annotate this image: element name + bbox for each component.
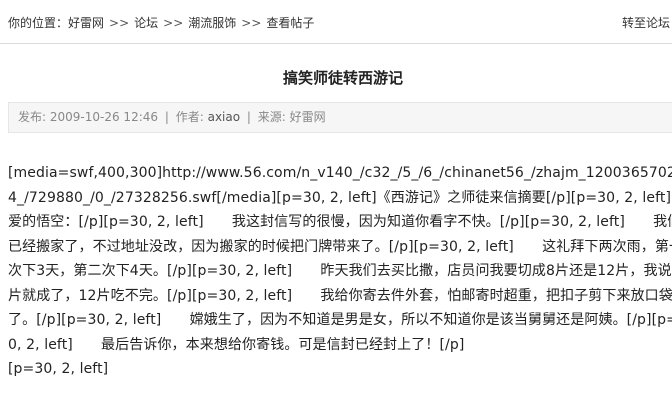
- post-body-tail: [p=30, 2, left]: [8, 361, 109, 377]
- meta-divider: |: [164, 110, 169, 124]
- published-time: 2009-10-26 12:46: [49, 110, 159, 124]
- author-name[interactable]: axiao: [208, 110, 240, 124]
- meta-divider: |: [246, 110, 251, 124]
- post-title: 搞笑师徒转西游记: [282, 69, 403, 87]
- post-body-text: [media=swf,400,300]http://www.56.com/n_v…: [8, 165, 672, 353]
- breadcrumb-separator: >>: [241, 16, 262, 30]
- author-label: 作者:: [175, 110, 204, 124]
- goto-forum-link[interactable]: 转至论坛: [622, 15, 670, 31]
- source-name: 好雷网: [289, 110, 326, 124]
- breadcrumb-separator: >>: [109, 16, 130, 30]
- breadcrumb-separator: >>: [163, 16, 184, 30]
- source-label: 来源:: [257, 110, 286, 124]
- breadcrumb-prefix: 你的位置：: [8, 16, 69, 30]
- post-meta-bar: 发布: 2009-10-26 12:46 | 作者: axiao | 来源: 好…: [8, 102, 672, 133]
- breadcrumb-item-forum[interactable]: 论坛: [134, 16, 158, 30]
- breadcrumb: 你的位置：好雷网 >> 论坛 >> 潮流服饰 >> 查看帖子: [8, 15, 314, 31]
- breadcrumb-bar: 你的位置：好雷网 >> 论坛 >> 潮流服饰 >> 查看帖子 转至论坛: [0, 0, 672, 44]
- breadcrumb-item-home[interactable]: 好雷网: [68, 16, 104, 30]
- post-body: [media=swf,400,300]http://www.56.com/n_v…: [8, 161, 672, 382]
- published-label: 发布:: [18, 110, 47, 124]
- breadcrumb-item-current: 查看帖子: [266, 16, 315, 30]
- breadcrumb-item-fashion[interactable]: 潮流服饰: [188, 16, 236, 30]
- page: 你的位置：好雷网 >> 论坛 >> 潮流服饰 >> 查看帖子 转至论坛 搞笑师徒转西游记 发…: [0, 0, 672, 406]
